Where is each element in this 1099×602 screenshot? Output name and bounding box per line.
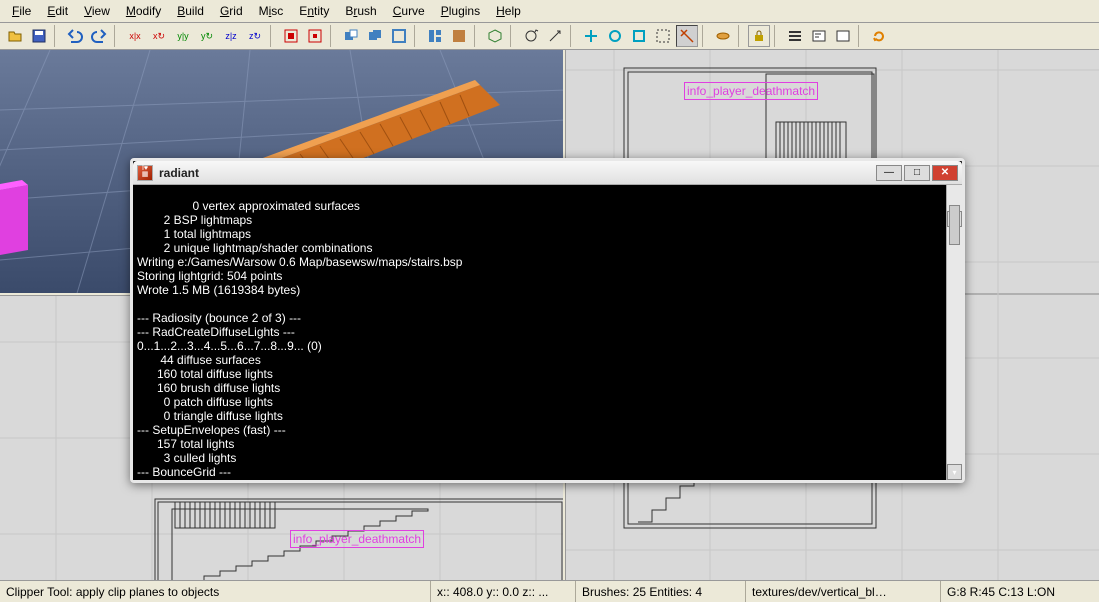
radiant-icon: I♥▦ [137, 165, 153, 181]
csg-merge-icon[interactable] [364, 25, 386, 47]
resize-icon[interactable] [652, 25, 674, 47]
flip-x-icon[interactable]: x|x [124, 25, 146, 47]
menu-help[interactable]: Help [488, 2, 529, 20]
flip-y-icon[interactable]: y|y [172, 25, 194, 47]
console-scrollbar[interactable]: ▴ ▾ [946, 185, 962, 480]
menu-bar: File Edit View Modify Build Grid Misc En… [0, 0, 1099, 23]
console-titlebar[interactable]: I♥▦ radiant — □ ✕ [133, 161, 962, 185]
undo-icon[interactable] [64, 25, 86, 47]
redo-icon[interactable] [88, 25, 110, 47]
rotate-icon[interactable] [520, 25, 542, 47]
menu-build[interactable]: Build [169, 2, 212, 20]
scale-tool-icon[interactable] [628, 25, 650, 47]
menu-file[interactable]: File [4, 2, 39, 20]
minimize-button[interactable]: — [876, 165, 902, 181]
find-icon[interactable] [832, 25, 854, 47]
flip-z-icon[interactable]: z|z [220, 25, 242, 47]
save-icon[interactable] [28, 25, 50, 47]
rotate-y-icon[interactable]: y↻ [196, 25, 218, 47]
refresh-icon[interactable] [868, 25, 890, 47]
entity-info-player-deathmatch-side[interactable]: info_player_deathmatch [290, 530, 424, 548]
clipper-icon[interactable] [676, 25, 698, 47]
status-bar: Clipper Tool: apply clip planes to objec… [0, 580, 1099, 602]
menu-curve[interactable]: Curve [385, 2, 433, 20]
console-window[interactable]: I♥▦ radiant — □ ✕ 0 vertex approximated … [130, 158, 965, 483]
menu-entity[interactable]: Entity [291, 2, 337, 20]
csg-subtract-icon[interactable] [340, 25, 362, 47]
open-icon[interactable] [4, 25, 26, 47]
entity-info-player-deathmatch-top[interactable]: info_player_deathmatch [684, 82, 818, 100]
entity-list-icon[interactable] [784, 25, 806, 47]
texture-lock-icon[interactable] [748, 25, 770, 47]
cubic-clip-icon[interactable] [484, 25, 506, 47]
close-button[interactable]: ✕ [932, 165, 958, 181]
status-texture: textures/dev/vertical_bl… [745, 581, 940, 602]
select-inside-icon[interactable] [304, 25, 326, 47]
status-coords: x:: 408.0 y:: 0.0 z:: ... [430, 581, 575, 602]
view-change-icon[interactable] [424, 25, 446, 47]
hollow-icon[interactable] [388, 25, 410, 47]
maximize-button[interactable]: □ [904, 165, 930, 181]
scale-icon[interactable] [544, 25, 566, 47]
console-title: radiant [159, 166, 874, 180]
rotate-z-icon[interactable]: z↻ [244, 25, 266, 47]
status-tool: Clipper Tool: apply clip planes to objec… [0, 581, 430, 602]
move-icon[interactable] [580, 25, 602, 47]
status-grid: G:8 R:45 C:13 L:ON [940, 581, 1099, 602]
menu-brush[interactable]: Brush [337, 2, 384, 20]
texture-view-icon[interactable] [448, 25, 470, 47]
scroll-down-icon[interactable]: ▾ [947, 464, 962, 480]
menu-edit[interactable]: Edit [39, 2, 76, 20]
menu-misc[interactable]: Misc [251, 2, 292, 20]
filter-icon[interactable] [712, 25, 734, 47]
menu-modify[interactable]: Modify [118, 2, 169, 20]
console-icon[interactable] [808, 25, 830, 47]
rotate-tool-icon[interactable] [604, 25, 626, 47]
menu-plugins[interactable]: Plugins [433, 2, 488, 20]
toolbar: x|x x↻ y|y y↻ z|z z↻ [0, 23, 1099, 50]
console-output[interactable]: 0 vertex approximated surfaces 2 BSP lig… [133, 185, 962, 480]
menu-grid[interactable]: Grid [212, 2, 251, 20]
scroll-thumb[interactable] [949, 205, 960, 245]
select-touching-icon[interactable] [280, 25, 302, 47]
status-counts: Brushes: 25 Entities: 4 [575, 581, 745, 602]
menu-view[interactable]: View [76, 2, 118, 20]
rotate-x-icon[interactable]: x↻ [148, 25, 170, 47]
